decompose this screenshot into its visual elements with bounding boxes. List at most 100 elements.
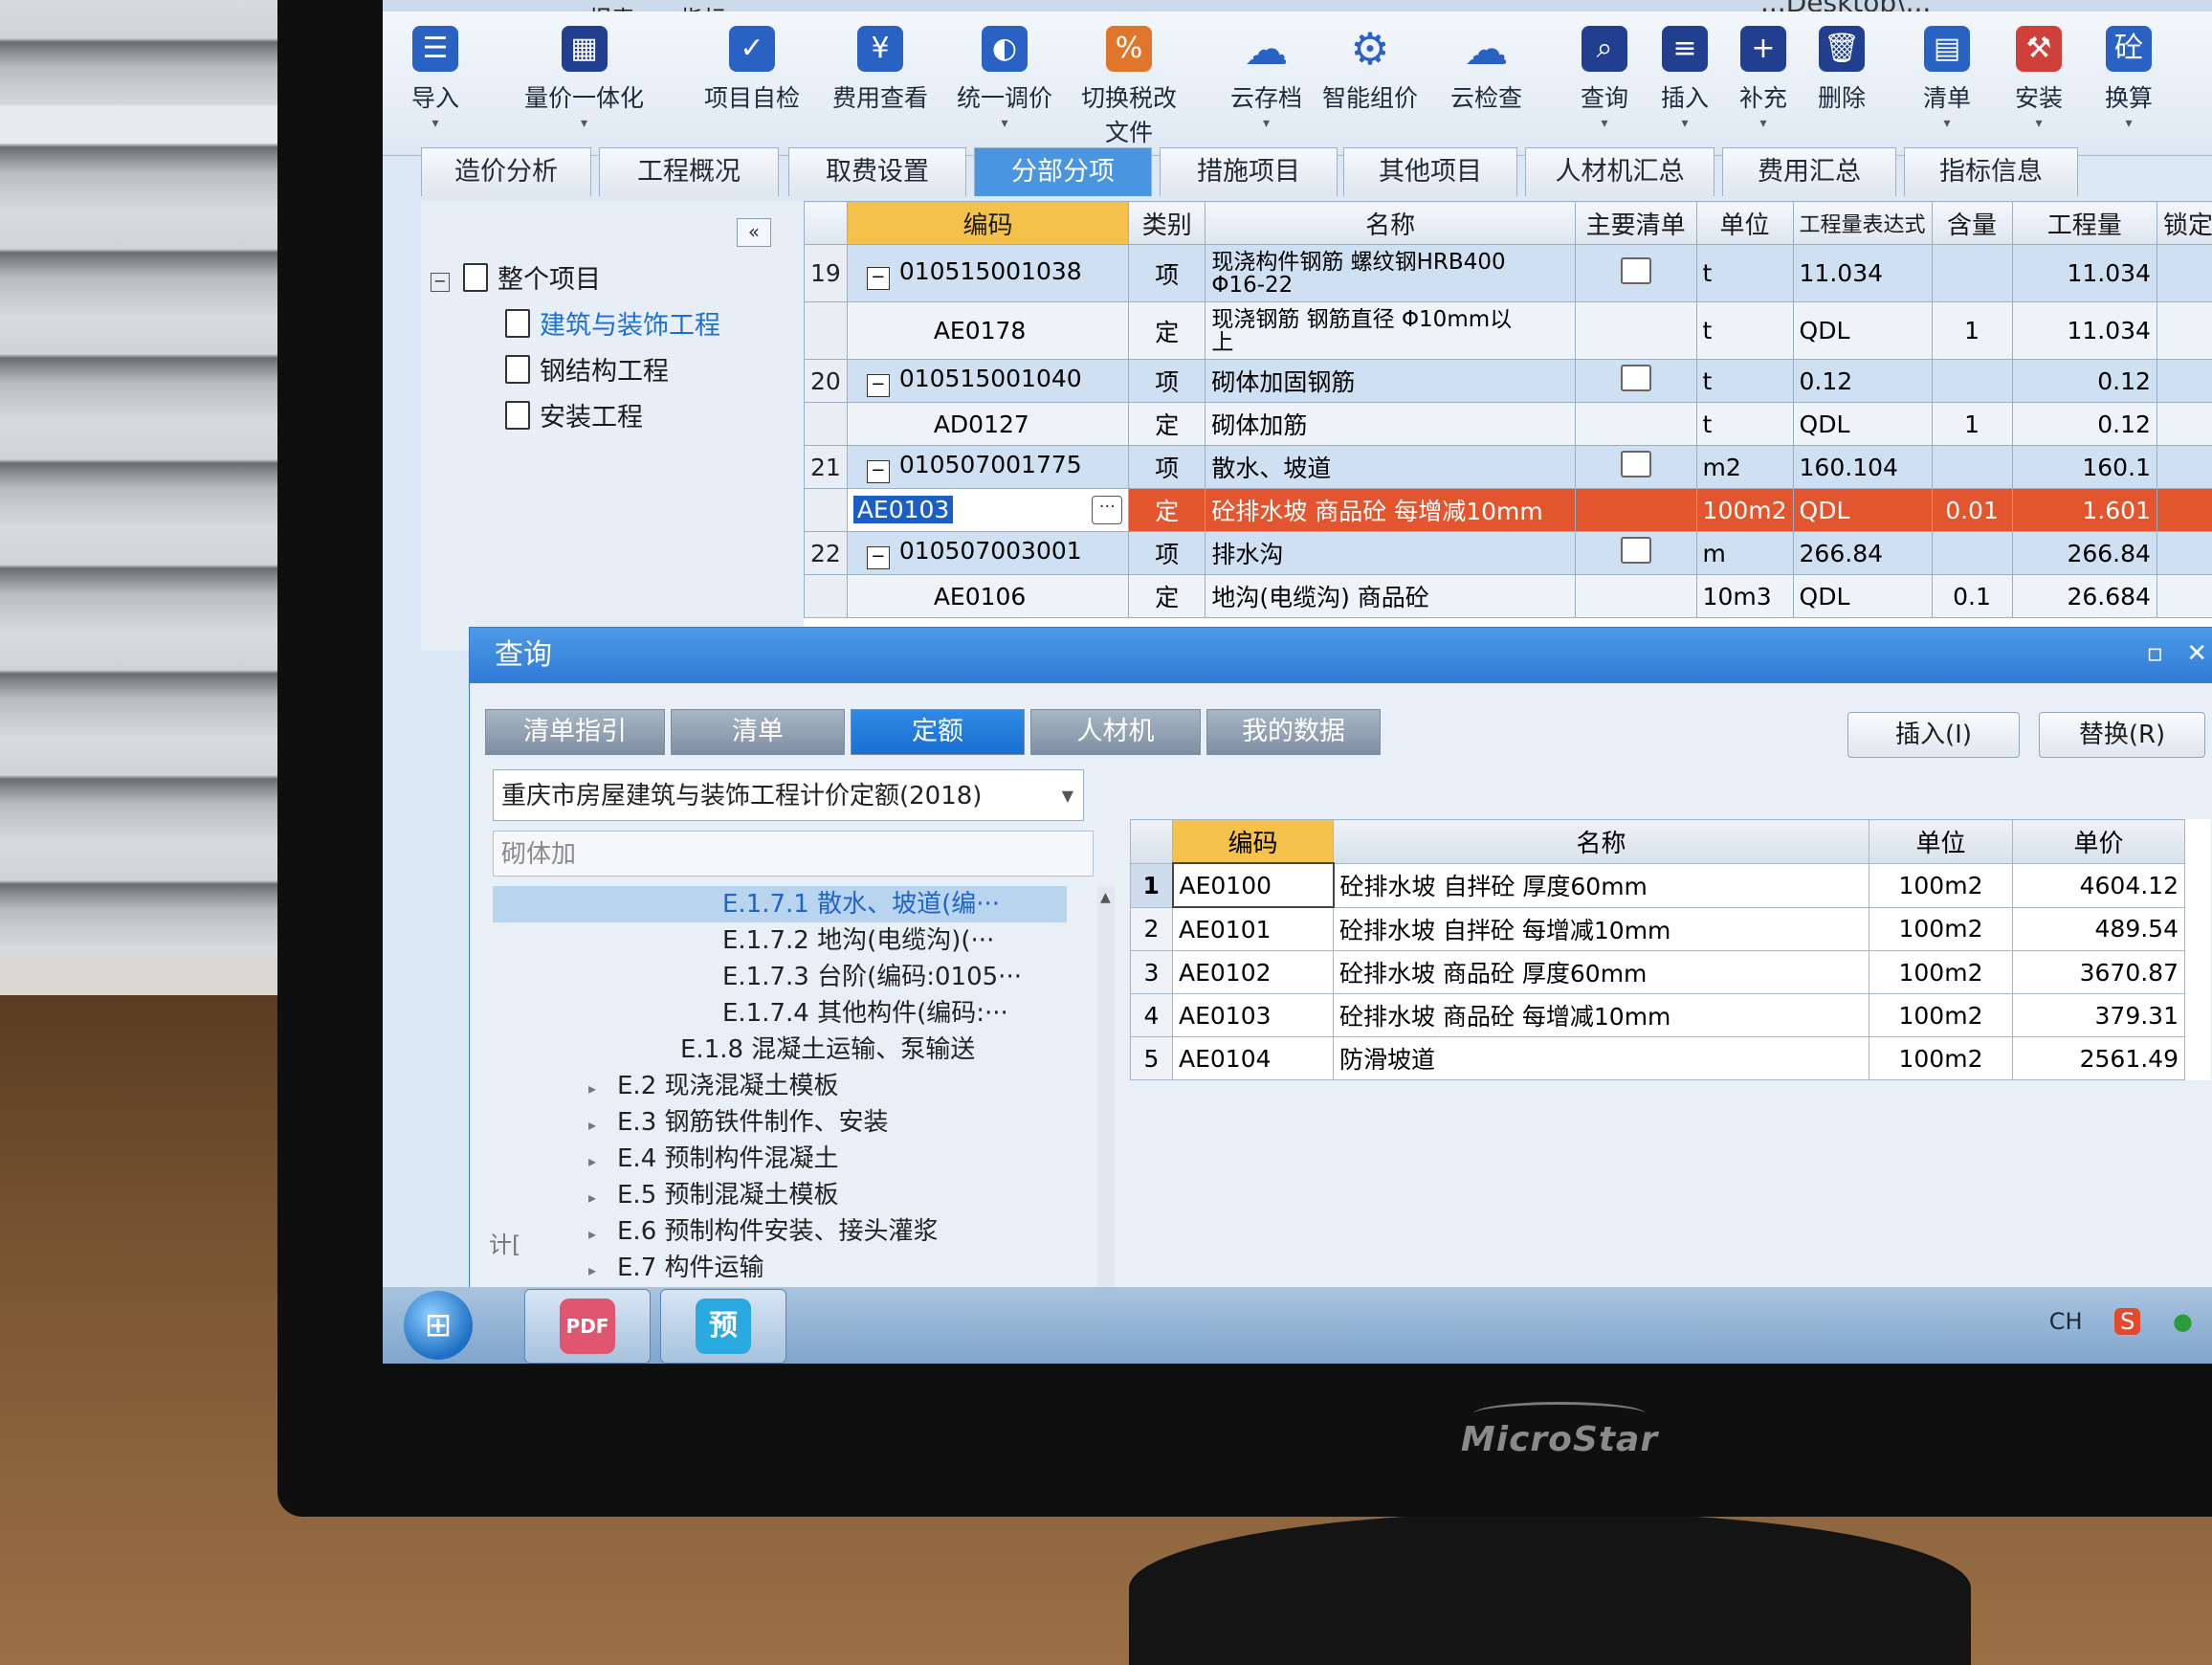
tree-node[interactable]: ▸E.5 预制混凝土模板 — [588, 1177, 839, 1213]
smart-price-button[interactable]: ⚙ 智能组价 — [1322, 26, 1418, 114]
type-cell[interactable]: 定 — [1129, 403, 1206, 446]
self-check-button[interactable]: ✓ 项目自检 — [704, 26, 800, 114]
expand-arrow-icon[interactable]: ▸ — [588, 1253, 617, 1288]
name-cell[interactable]: 砼排水坡 自拌砼 厚度60mm — [1334, 863, 1869, 907]
code-cell[interactable]: AE0100 — [1173, 863, 1334, 907]
tree-node[interactable]: E.1.8 混凝土运输、泵输送 — [680, 1032, 975, 1068]
name-cell[interactable]: 散水、坡道 — [1206, 446, 1575, 489]
quota-library-select[interactable]: 重庆市房屋建筑与装饰工程计价定额(2018) ▼ — [493, 769, 1084, 821]
unit-cell[interactable]: 100m2 — [1869, 907, 2013, 951]
main-list-cell[interactable] — [1575, 575, 1696, 618]
content-cell[interactable]: 0.1 — [1932, 575, 2012, 618]
supplement-button[interactable]: + 补充▾ — [1739, 26, 1787, 131]
code-cell[interactable]: AE0102 — [1173, 951, 1334, 994]
tax-switch-button[interactable]: % 切换税改 文件 — [1081, 26, 1177, 148]
expr-cell[interactable]: 266.84 — [1793, 532, 1932, 575]
expand-arrow-icon[interactable]: ▸ — [588, 1216, 617, 1253]
checkbox[interactable] — [1621, 537, 1651, 564]
name-cell[interactable]: 砼排水坡 商品砼 每增减10mm — [1334, 994, 1869, 1037]
table-row[interactable]: AE0178 定 现浇钢筋 钢筋直径 Φ10mm以上 t QDL 1 11.03… — [805, 302, 2212, 360]
lock-cell[interactable] — [2157, 360, 2212, 403]
name-cell[interactable]: 地沟(电缆沟) 商品砼 — [1206, 575, 1575, 618]
main-list-checkbox-cell[interactable] — [1575, 245, 1696, 302]
price-cell[interactable]: 489.54 — [2013, 907, 2185, 951]
type-cell[interactable]: 项 — [1129, 360, 1206, 403]
col-qty-expr[interactable]: 工程量表达式 — [1793, 202, 1932, 245]
table-row[interactable]: 20 −010515001040 项 砌体加固钢筋 t 0.12 0.12 — [805, 360, 2212, 403]
table-row[interactable]: 4 AE0103 砼排水坡 商品砼 每增减10mm 100m2 379.31 — [1131, 994, 2185, 1037]
table-row[interactable]: 21 −010507001775 项 散水、坡道 m2 160.104 160.… — [805, 446, 2212, 489]
tree-node[interactable]: ▸E.6 预制构件安装、接头灌浆 — [588, 1213, 939, 1250]
name-cell[interactable]: 砌体加固钢筋 — [1206, 360, 1575, 403]
cloud-save-button[interactable]: ☁ 云存档▾ — [1230, 26, 1302, 131]
checkbox[interactable] — [1621, 451, 1651, 477]
tab-other-items[interactable]: 其他项目 — [1343, 147, 1517, 196]
name-cell[interactable]: 现浇构件钢筋 螺纹钢HRB400Φ16-22 — [1206, 245, 1575, 302]
content-cell[interactable]: 1 — [1932, 302, 2012, 360]
scroll-up-icon[interactable]: ▲ — [1100, 890, 1111, 905]
content-cell[interactable] — [1932, 532, 2012, 575]
lock-cell[interactable] — [2157, 489, 2212, 532]
table-row[interactable]: 1 AE0100 砼排水坡 自拌砼 厚度60mm 100m2 4604.12 — [1131, 863, 2185, 907]
tab-fee-summary[interactable]: 费用汇总 — [1722, 147, 1896, 196]
expand-arrow-icon[interactable]: ▸ — [588, 1107, 617, 1143]
col-price[interactable]: 单价 — [2013, 820, 2185, 864]
table-row[interactable]: 3 AE0102 砼排水坡 商品砼 厚度60mm 100m2 3670.87 — [1131, 951, 2185, 994]
collapse-pane-button[interactable]: « — [737, 218, 771, 247]
tree-node[interactable]: ▸E.2 现浇混凝土模板 — [588, 1068, 839, 1104]
main-list-checkbox-cell[interactable] — [1575, 446, 1696, 489]
tree-node[interactable]: E.1.7.2 地沟(电缆沟)(··· — [722, 922, 994, 959]
expr-cell[interactable]: QDL — [1793, 302, 1932, 360]
tab-divisional-items[interactable]: 分部分项 — [974, 147, 1152, 196]
expr-cell[interactable]: 160.104 — [1793, 446, 1932, 489]
code-cell[interactable]: −010515001038 — [847, 245, 1128, 302]
replace-quota-button[interactable]: 替换(R) — [2039, 712, 2205, 758]
taskbar-pdf-app[interactable]: PDF — [524, 1289, 651, 1364]
price-cell[interactable]: 3670.87 — [2013, 951, 2185, 994]
content-cell[interactable]: 1 — [1932, 403, 2012, 446]
list-button[interactable]: ▤ 清单▾ — [1923, 26, 1971, 131]
content-cell[interactable] — [1932, 360, 2012, 403]
type-cell[interactable]: 项 — [1129, 245, 1206, 302]
tree-node[interactable]: ▸E.3 钢筋铁件制作、安装 — [588, 1104, 889, 1141]
col-code[interactable]: 编码 — [1173, 820, 1334, 864]
taskbar-budget-app[interactable]: 预 — [660, 1289, 786, 1364]
unit-cell[interactable]: 10m3 — [1696, 575, 1793, 618]
tree-root[interactable]: −整个项目 — [431, 258, 601, 296]
fee-view-button[interactable]: ¥ 费用查看 — [832, 26, 928, 114]
maximize-icon[interactable]: ▫ — [2146, 639, 2163, 668]
ellipsis-button[interactable]: ··· — [1092, 496, 1122, 524]
name-cell[interactable]: 砼排水坡 商品砼 厚度60mm — [1334, 951, 1869, 994]
name-cell[interactable]: 砼排水坡 自拌砼 每增减10mm — [1334, 907, 1869, 951]
expr-cell[interactable]: QDL — [1793, 575, 1932, 618]
lock-cell[interactable] — [2157, 245, 2212, 302]
expr-cell[interactable]: QDL — [1793, 489, 1932, 532]
code-cell[interactable]: −010507001775 — [847, 446, 1128, 489]
unit-cell[interactable]: t — [1696, 302, 1793, 360]
main-list-cell[interactable] — [1575, 403, 1696, 446]
install-button[interactable]: ⚒ 安装▾ — [2015, 26, 2063, 131]
name-cell[interactable]: 砼排水坡 商品砼 每增减10mm — [1206, 489, 1575, 532]
name-cell[interactable]: 现浇钢筋 钢筋直径 Φ10mm以上 — [1206, 302, 1575, 360]
start-button[interactable]: ⊞ — [404, 1291, 473, 1360]
content-cell[interactable] — [1932, 446, 2012, 489]
unit-cell[interactable]: 100m2 — [1869, 1037, 2013, 1080]
insert-button[interactable]: ≡ 插入▾ — [1661, 26, 1709, 131]
col-name[interactable]: 名称 — [1206, 202, 1575, 245]
table-row[interactable]: 22 −010507003001 项 排水沟 m 266.84 266.84 — [805, 532, 2212, 575]
dialog-tab-my-data[interactable]: 我的数据 — [1206, 709, 1381, 755]
expand-arrow-icon[interactable]: ▸ — [588, 1180, 617, 1216]
main-list-cell[interactable] — [1575, 302, 1696, 360]
name-cell[interactable]: 砌体加筋 — [1206, 403, 1575, 446]
content-cell[interactable] — [1932, 245, 2012, 302]
expr-cell[interactable]: QDL — [1793, 403, 1932, 446]
unit-cell[interactable]: m2 — [1696, 446, 1793, 489]
main-list-checkbox-cell[interactable] — [1575, 360, 1696, 403]
price-cell[interactable]: 2561.49 — [2013, 1037, 2185, 1080]
checkbox[interactable] — [1621, 257, 1651, 284]
unit-cell[interactable]: t — [1696, 403, 1793, 446]
import-button[interactable]: ☰ 导入▾ — [411, 26, 459, 131]
table-row[interactable]: AD0127 定 砌体加筋 t QDL 1 0.12 — [805, 403, 2212, 446]
code-cell[interactable]: AE0106 — [847, 575, 1128, 618]
type-cell[interactable]: 定 — [1129, 302, 1206, 360]
